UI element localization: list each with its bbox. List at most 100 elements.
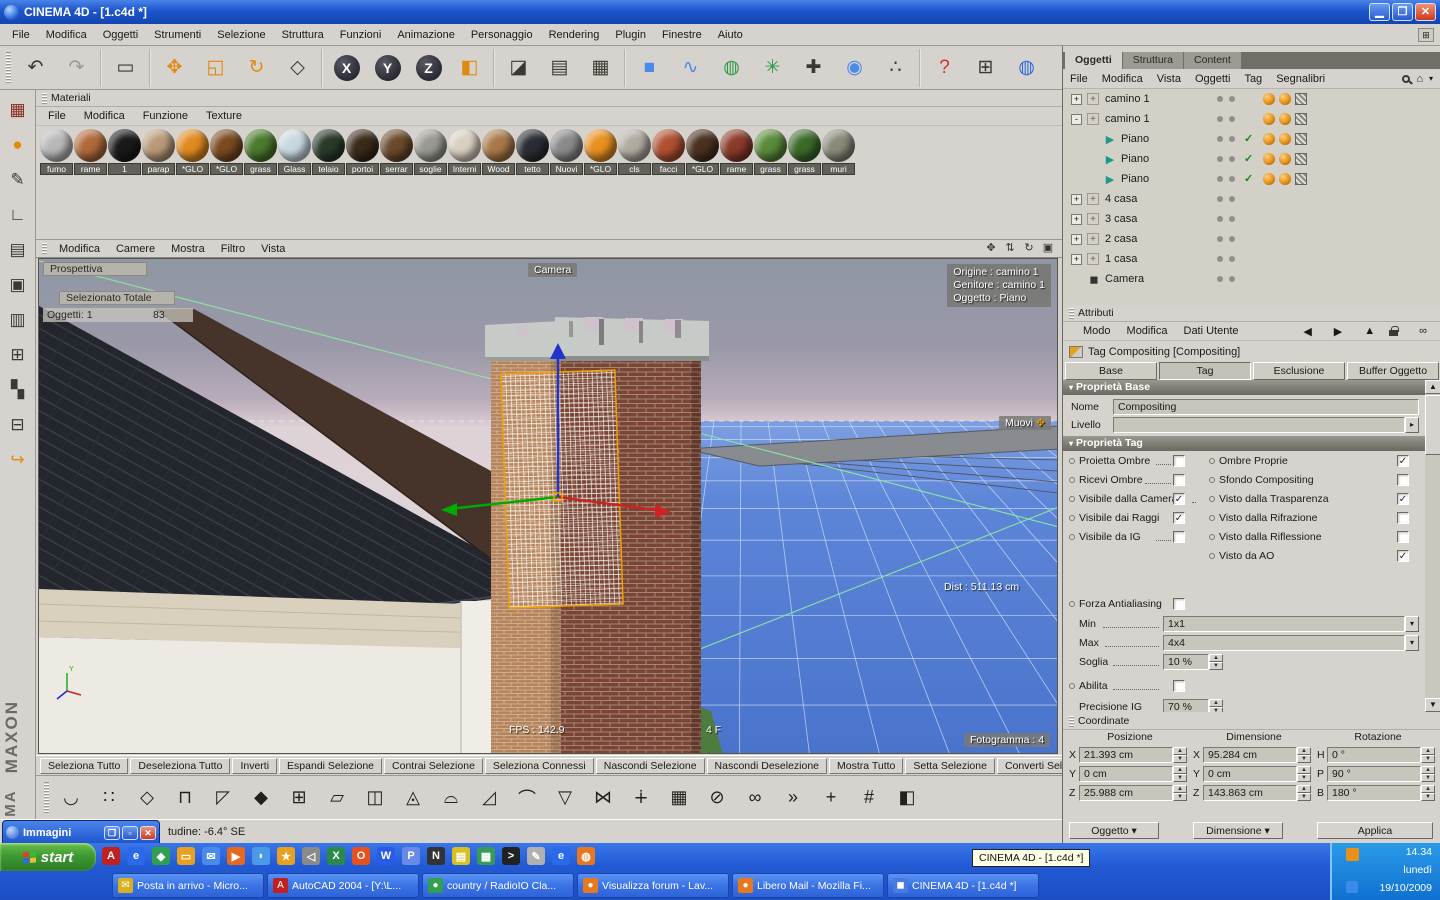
coord-spinner[interactable]: ▲▼	[1421, 747, 1435, 763]
object-4-casa[interactable]: ++4 casa	[1063, 189, 1440, 209]
pan-view-icon[interactable]: ✥	[983, 242, 999, 256]
object-piano[interactable]: ▶Piano✓	[1063, 169, 1440, 189]
stitch-icon[interactable]: ∔	[623, 781, 659, 815]
anim-dot-icon[interactable]	[1209, 553, 1215, 559]
material-glo[interactable]: *GLO	[686, 129, 719, 175]
visibility-dot[interactable]	[1229, 136, 1235, 142]
add-particles-icon[interactable]: ∴	[876, 49, 915, 87]
scroll-thumb[interactable]	[1425, 395, 1440, 455]
coord-field-dimensione-y[interactable]: 0 cm	[1203, 766, 1297, 782]
material-cls[interactable]: cls	[618, 129, 651, 175]
coord-spinner[interactable]: ▲▼	[1297, 747, 1311, 763]
photoshop-icon[interactable]: P	[402, 847, 420, 865]
axis-x-icon[interactable]: X	[327, 49, 366, 87]
points-icon[interactable]: ∷	[91, 781, 127, 815]
knife-icon[interactable]: ◸	[205, 781, 241, 815]
menu-funzioni[interactable]: Funzioni	[332, 26, 390, 44]
live-selection-icon[interactable]: ▭	[106, 49, 145, 87]
checkbox-abilita[interactable]	[1173, 680, 1185, 692]
anim-dot-icon[interactable]	[1209, 515, 1215, 521]
material-interni[interactable]: Interni	[448, 129, 481, 175]
material-soglie[interactable]: soglie	[414, 129, 447, 175]
coord-spinner[interactable]: ▲▼	[1421, 785, 1435, 801]
visibility-dot[interactable]	[1217, 136, 1223, 142]
object-manager-menu-file[interactable]: File	[1063, 71, 1095, 87]
viewport-menu-vista[interactable]: Vista	[253, 241, 293, 257]
add-icon[interactable]: +	[813, 781, 849, 815]
tray-network-icon[interactable]	[1346, 881, 1358, 893]
material-rame[interactable]: rame	[74, 129, 107, 175]
dropdown-oggetto-button[interactable]: Oggetto ▾	[1069, 822, 1159, 839]
checkbox-visibile-dai-raggi[interactable]: ✓	[1173, 512, 1185, 524]
visibility-dot[interactable]	[1229, 236, 1235, 242]
materials-menu-texture[interactable]: Texture	[198, 108, 250, 124]
texture-tag-icon[interactable]	[1295, 113, 1307, 125]
task-autocad-2004-y-l[interactable]: AAutoCAD 2004 - [Y:\L...	[267, 873, 419, 898]
add-primitive-icon[interactable]: ■	[630, 49, 669, 87]
anim-dot-icon[interactable]	[1209, 496, 1215, 502]
redo-icon[interactable]: ↷	[57, 49, 96, 87]
internet-explorer-icon[interactable]: e	[127, 847, 145, 865]
material-tag-icon[interactable]	[1263, 153, 1275, 165]
add-spline-icon[interactable]: ∿	[671, 49, 710, 87]
material-nuovi[interactable]: Nuovi	[550, 129, 583, 175]
tray-app-icon[interactable]	[1346, 848, 1359, 861]
viewport-menu-mostra[interactable]: Mostra	[163, 241, 213, 257]
material-serrar[interactable]: serrar	[380, 129, 413, 175]
checkbox-proietta-ombre[interactable]	[1173, 455, 1185, 467]
soglia-field[interactable]: 10 %	[1163, 654, 1209, 670]
home-icon[interactable]: ⌂	[1416, 73, 1423, 85]
expander-icon[interactable]: +	[1071, 254, 1082, 265]
menu-modifica[interactable]: Modifica	[38, 26, 95, 44]
expander-icon[interactable]: +	[1071, 194, 1082, 205]
task-libero-mail-mozilla-fi[interactable]: ●Libero Mail - Mozilla Fi...	[732, 873, 884, 898]
coord-field-posizione-x[interactable]: 21.393 cm	[1079, 747, 1173, 763]
xpresso-icon[interactable]: ⊞	[966, 49, 1005, 87]
visibility-dot[interactable]	[1229, 276, 1235, 282]
maximize-view-icon[interactable]: ▣	[1040, 242, 1056, 256]
extrude-icon[interactable]: ▱	[319, 781, 355, 815]
tab-struttura[interactable]: Struttura	[1123, 52, 1183, 69]
coord-field-dimensione-x[interactable]: 95.284 cm	[1203, 747, 1297, 763]
livello-field[interactable]	[1113, 417, 1405, 433]
seleziona-tutto-button[interactable]: Seleziona Tutto	[40, 758, 128, 774]
lock-icon[interactable]	[1389, 326, 1405, 336]
dropdown-dimensione-button[interactable]: Dimensione ▾	[1193, 822, 1283, 839]
expander-icon[interactable]: +	[1071, 94, 1082, 105]
coord-field-posizione-z[interactable]: 25.988 cm	[1079, 785, 1173, 801]
scale-icon[interactable]: ◱	[196, 49, 235, 87]
material-parap[interactable]: parap	[142, 129, 175, 175]
link-icon[interactable]: ∞	[1411, 323, 1435, 339]
history-forward-icon[interactable]: ▶	[1326, 323, 1350, 340]
visibility-dot[interactable]	[1229, 196, 1235, 202]
history-back-icon[interactable]: ◀	[1295, 323, 1319, 340]
shift-icon[interactable]: »	[775, 781, 811, 815]
menu-rendering[interactable]: Rendering	[541, 26, 608, 44]
checkbox-visto-da-ao[interactable]: ✓	[1397, 550, 1409, 562]
object-2-casa[interactable]: ++2 casa	[1063, 229, 1440, 249]
texture-tag-icon[interactable]	[1295, 173, 1307, 185]
pen-tool-icon[interactable]: ✎	[3, 165, 33, 195]
material-tag-icon[interactable]	[1263, 93, 1275, 105]
expander-icon[interactable]: -	[1071, 114, 1082, 125]
object-camino-1[interactable]: -+camino 1	[1063, 109, 1440, 129]
tables-icon[interactable]: ▦	[477, 847, 495, 865]
checkbox-visto-dalla-trasparenza[interactable]: ✓	[1397, 493, 1409, 505]
material-tag-icon[interactable]	[1279, 93, 1291, 105]
task-cinema-4d-1-c4d[interactable]: ◼CINEMA 4D - [1.c4d *]	[887, 873, 1039, 898]
checkbox-visibile-dalla-camera[interactable]: ✓	[1173, 493, 1185, 505]
search-icon[interactable]	[1402, 75, 1410, 83]
checkbox-ricevi-ombre[interactable]	[1173, 474, 1185, 486]
material-grass[interactable]: grass	[788, 129, 821, 175]
object-camera[interactable]: ◼Camera	[1063, 269, 1440, 289]
visibility-dot[interactable]	[1217, 156, 1223, 162]
texture-tag-icon[interactable]	[1295, 133, 1307, 145]
precisione-spinner[interactable]: ▲▼	[1209, 699, 1223, 712]
mostra-tutto-button[interactable]: Mostra Tutto	[829, 758, 903, 774]
coord-field-rotazione-b[interactable]: 180 °	[1327, 785, 1421, 801]
material-tag-icon[interactable]	[1263, 173, 1275, 185]
max-drop-button[interactable]: ▾	[1405, 635, 1419, 651]
coord-spinner[interactable]: ▲▼	[1421, 766, 1435, 782]
object-manager-menu-tag[interactable]: Tag	[1237, 71, 1269, 87]
array-tool-icon[interactable]: ⊞	[3, 340, 33, 370]
